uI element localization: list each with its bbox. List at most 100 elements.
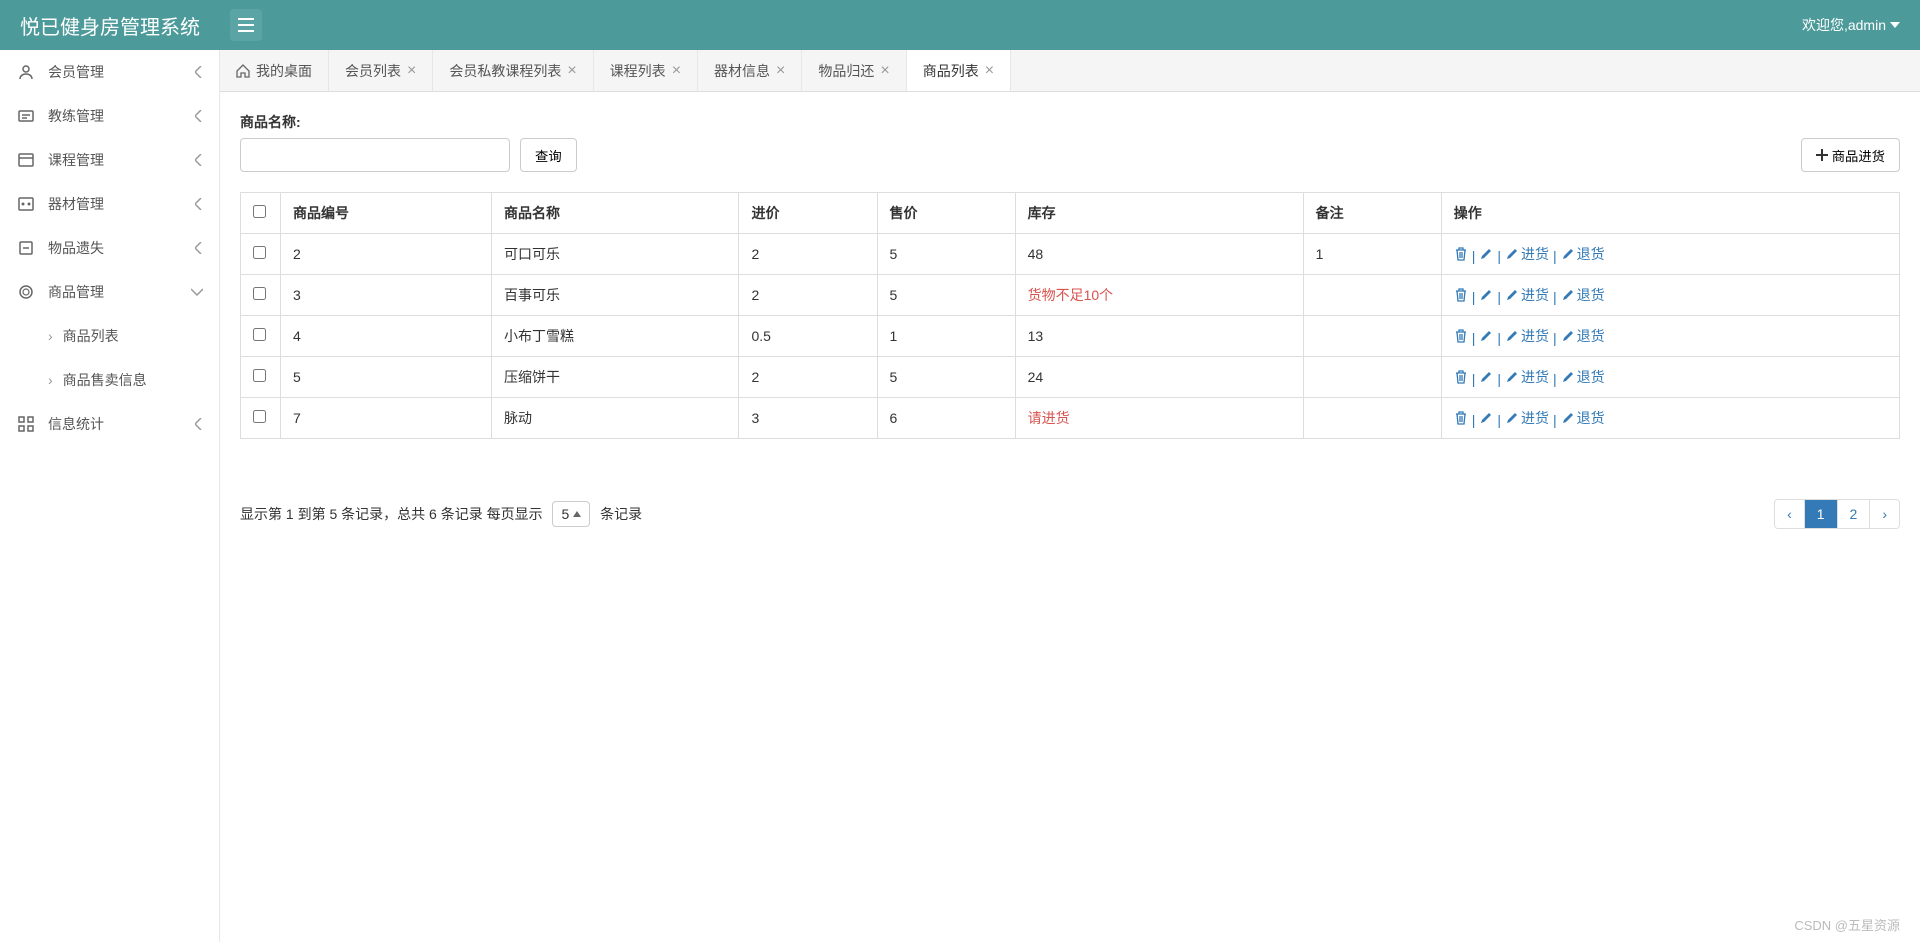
user-menu[interactable]: 欢迎您,admin	[1802, 15, 1900, 35]
tab-课程列表[interactable]: 课程列表 ×	[594, 50, 698, 91]
edit-button[interactable]	[1479, 370, 1493, 384]
edit-button[interactable]	[1479, 247, 1493, 261]
edit-button[interactable]	[1479, 329, 1493, 343]
page-size-select[interactable]: 5	[552, 501, 590, 527]
cell-stock: 货物不足10个	[1015, 275, 1303, 316]
course-icon	[16, 150, 36, 170]
tab-label: 器材信息	[714, 61, 770, 81]
restock-button[interactable]: 进货	[1505, 367, 1549, 387]
column-header[interactable]: 备注	[1303, 193, 1441, 234]
cell-actions: ||进货|退货	[1441, 234, 1899, 275]
sidebar: 会员管理教练管理课程管理器材管理物品遗失商品管理›商品列表›商品售卖信息信息统计	[0, 50, 220, 942]
watermark: CSDN @五星资源	[1794, 915, 1900, 934]
return-button[interactable]: 退货	[1561, 326, 1605, 346]
cell-name: 压缩饼干	[492, 357, 739, 398]
stock-in-label: 商品进货	[1832, 146, 1885, 165]
pencil-icon	[1561, 329, 1575, 343]
table-row: 7脉动36请进货||进货|退货	[241, 398, 1900, 439]
sidebar-item-label: 商品列表	[63, 326, 119, 346]
restock-button[interactable]: 进货	[1505, 244, 1549, 264]
close-icon[interactable]: ×	[567, 62, 576, 80]
equipment-icon	[16, 194, 36, 214]
menu-icon	[238, 18, 254, 32]
delete-button[interactable]	[1454, 288, 1468, 302]
sidebar-item-lost[interactable]: 物品遗失	[0, 226, 219, 270]
page-button[interactable]: ‹	[1775, 500, 1805, 528]
sidebar-toggle-button[interactable]	[230, 9, 262, 41]
tab-label: 课程列表	[610, 61, 666, 81]
cell-name: 百事可乐	[492, 275, 739, 316]
cell-price: 1	[877, 316, 1015, 357]
page-button[interactable]: 1	[1805, 500, 1838, 528]
pencil-icon	[1479, 247, 1493, 261]
column-header[interactable]: 售价	[877, 193, 1015, 234]
delete-button[interactable]	[1454, 329, 1468, 343]
sidebar-item-product[interactable]: 商品管理	[0, 270, 219, 314]
tab-会员私教课程列表[interactable]: 会员私教课程列表×	[433, 50, 593, 91]
sidebar-item-user[interactable]: 会员管理	[0, 50, 219, 94]
restock-button[interactable]: 进货	[1505, 408, 1549, 428]
row-checkbox[interactable]	[253, 328, 266, 341]
cell-id: 7	[281, 398, 492, 439]
cell-price: 6	[877, 398, 1015, 439]
tab-会员列表[interactable]: 会员列表×	[329, 50, 433, 91]
stock-in-button[interactable]: 商品进货	[1801, 138, 1900, 172]
row-checkbox[interactable]	[253, 369, 266, 382]
tab-物品归还[interactable]: 物品归还×	[802, 50, 906, 91]
cell-price: 5	[877, 275, 1015, 316]
page-button[interactable]: ›	[1870, 500, 1899, 528]
close-icon[interactable]: ×	[672, 62, 681, 80]
search-label: 商品名称:	[240, 112, 510, 132]
sidebar-item-coach[interactable]: 教练管理	[0, 94, 219, 138]
column-header[interactable]: 库存	[1015, 193, 1303, 234]
return-button[interactable]: 退货	[1561, 408, 1605, 428]
caret-up-icon	[573, 511, 581, 517]
product-name-input[interactable]	[240, 138, 510, 172]
delete-button[interactable]	[1454, 411, 1468, 425]
trash-icon	[1454, 288, 1468, 302]
sidebar-subitem[interactable]: ›商品列表	[0, 314, 219, 358]
delete-button[interactable]	[1454, 247, 1468, 261]
close-icon[interactable]: ×	[985, 62, 994, 80]
column-header[interactable]: 商品名称	[492, 193, 739, 234]
tab-商品列表[interactable]: 商品列表×	[907, 50, 1011, 91]
tab-器材信息[interactable]: 器材信息 ×	[698, 50, 802, 91]
close-icon[interactable]: ×	[880, 62, 889, 80]
pencil-icon	[1561, 247, 1575, 261]
cell-stock: 13	[1015, 316, 1303, 357]
row-checkbox[interactable]	[253, 410, 266, 423]
sidebar-item-course[interactable]: 课程管理	[0, 138, 219, 182]
page-content: 商品名称: 查询 商品进货 商品编号商品名称进价售价库存备注操作 2可口可乐25…	[220, 92, 1920, 942]
return-button[interactable]: 退货	[1561, 367, 1605, 387]
restock-button[interactable]: 进货	[1505, 285, 1549, 305]
sidebar-item-label: 器材管理	[48, 194, 195, 214]
pencil-icon	[1505, 370, 1519, 384]
query-button[interactable]: 查询	[520, 138, 577, 172]
tab-我的桌面[interactable]: 我的桌面	[220, 50, 329, 91]
pencil-icon	[1479, 329, 1493, 343]
column-header[interactable]: 商品编号	[281, 193, 492, 234]
column-header[interactable]: 进价	[739, 193, 877, 234]
sidebar-item-stats[interactable]: 信息统计	[0, 402, 219, 446]
row-checkbox[interactable]	[253, 246, 266, 259]
row-checkbox[interactable]	[253, 287, 266, 300]
pencil-icon	[1561, 288, 1575, 302]
return-button[interactable]: 退货	[1561, 244, 1605, 264]
sidebar-subitem[interactable]: ›商品售卖信息	[0, 358, 219, 402]
chevron-down-icon	[1890, 22, 1900, 28]
select-all-checkbox[interactable]	[253, 205, 266, 218]
edit-button[interactable]	[1479, 411, 1493, 425]
return-button[interactable]: 退货	[1561, 285, 1605, 305]
page-info: 显示第 1 到第 5 条记录，总共 6 条记录 每页显示 5 条记录	[240, 501, 642, 527]
sidebar-item-equipment[interactable]: 器材管理	[0, 182, 219, 226]
column-header[interactable]: 操作	[1441, 193, 1899, 234]
delete-button[interactable]	[1454, 370, 1468, 384]
close-icon[interactable]: ×	[776, 62, 785, 80]
close-icon[interactable]: ×	[407, 62, 416, 80]
user-icon	[16, 62, 36, 82]
sidebar-item-label: 课程管理	[48, 150, 195, 170]
restock-button[interactable]: 进货	[1505, 326, 1549, 346]
page-button[interactable]: 2	[1838, 500, 1871, 528]
edit-button[interactable]	[1479, 288, 1493, 302]
cell-id: 5	[281, 357, 492, 398]
